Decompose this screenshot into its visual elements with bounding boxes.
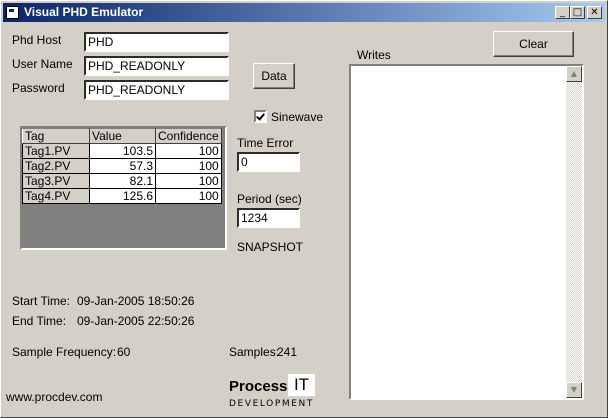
time-error-label: Time Error	[237, 136, 294, 150]
close-button[interactable]: ✕	[587, 6, 602, 19]
mode-label: SNAPSHOT	[237, 240, 304, 254]
scroll-up-icon: ▲	[570, 69, 578, 78]
grid-header-row: Tag Value Confidence	[22, 128, 222, 144]
grid-cell-value[interactable]: 103.5	[89, 143, 156, 159]
grid-header-confidence: Confidence	[155, 128, 222, 144]
grid-row[interactable]: Tag1.PV 103.5 100	[22, 143, 222, 159]
tag-grid[interactable]: Tag Value Confidence Tag1.PV 103.5 100 T…	[20, 126, 227, 250]
clear-button[interactable]: Clear	[493, 31, 574, 57]
app-window: Visual PHD Emulator _ □ ✕ Phd Host PHD U…	[0, 0, 608, 418]
writes-textarea[interactable]: ▲ ▼	[349, 64, 584, 400]
password-input[interactable]: PHD_READONLY	[84, 80, 229, 100]
grid-row[interactable]: Tag4.PV 125.6 100	[22, 188, 222, 204]
grid-header-value: Value	[89, 128, 156, 144]
tag-table: Tag Value Confidence Tag1.PV 103.5 100 T…	[22, 128, 222, 204]
sample-frequency-label: Sample Frequency:	[12, 345, 117, 359]
sinewave-label: Sinewave	[271, 110, 324, 124]
logo-it-text: IT	[288, 374, 315, 396]
logo-development-text: DEVELOPMENT	[229, 399, 314, 409]
start-time-label: Start Time:	[12, 294, 71, 308]
grid-cell-confidence[interactable]: 100	[155, 143, 222, 159]
samples-value: 241	[277, 345, 298, 359]
grid-row[interactable]: Tag3.PV 82.1 100	[22, 173, 222, 189]
password-label: Password	[12, 81, 65, 95]
logo-process-text: Process	[229, 378, 288, 395]
end-time-label: End Time:	[12, 314, 67, 328]
scroll-down-button[interactable]: ▼	[566, 382, 582, 398]
start-time-value: 09-Jan-2005 18:50:26	[77, 294, 195, 308]
grid-cell-tag: Tag4.PV	[22, 188, 90, 204]
scroll-up-button[interactable]: ▲	[566, 66, 582, 82]
minimize-button[interactable]: _	[555, 6, 570, 19]
app-icon[interactable]	[6, 6, 19, 19]
samples-label: Samples:	[229, 345, 280, 359]
maximize-button[interactable]: □	[570, 6, 585, 19]
sample-frequency-value: 60	[117, 345, 131, 359]
grid-cell-value[interactable]: 82.1	[89, 173, 156, 189]
host-input[interactable]: PHD	[84, 32, 229, 52]
grid-header-tag: Tag	[22, 128, 90, 144]
website-label: www.procdev.com	[6, 390, 103, 404]
data-button[interactable]: Data	[253, 63, 295, 89]
grid-cell-confidence[interactable]: 100	[155, 188, 222, 204]
grid-cell-tag: Tag3.PV	[22, 173, 90, 189]
user-name-input[interactable]: PHD_READONLY	[84, 56, 229, 76]
grid-cell-confidence[interactable]: 100	[155, 158, 222, 174]
time-error-input[interactable]: 0	[237, 152, 300, 172]
grid-cell-confidence[interactable]: 100	[155, 173, 222, 189]
grid-cell-tag: Tag2.PV	[22, 158, 90, 174]
grid-cell-value[interactable]: 57.3	[89, 158, 156, 174]
sinewave-checkbox[interactable]	[254, 110, 267, 123]
grid-cell-tag: Tag1.PV	[22, 143, 90, 159]
scroll-down-icon: ▼	[570, 385, 578, 394]
maximize-icon: □	[572, 7, 583, 18]
host-label: Phd Host	[12, 33, 62, 47]
close-icon: ✕	[590, 7, 599, 18]
period-label: Period (sec)	[237, 192, 302, 206]
end-time-value: 09-Jan-2005 22:50:26	[77, 314, 195, 328]
user-name-label: User Name	[12, 57, 73, 71]
period-input[interactable]: 1234	[237, 208, 300, 228]
title-bar[interactable]: Visual PHD Emulator _ □ ✕	[3, 3, 605, 22]
grid-row[interactable]: Tag2.PV 57.3 100	[22, 158, 222, 174]
window-title: Visual PHD Emulator	[24, 5, 144, 19]
writes-label: Writes	[357, 48, 391, 62]
minimize-icon: _	[560, 7, 565, 18]
writes-scrollbar[interactable]: ▲ ▼	[566, 66, 582, 398]
grid-cell-value[interactable]: 125.6	[89, 188, 156, 204]
